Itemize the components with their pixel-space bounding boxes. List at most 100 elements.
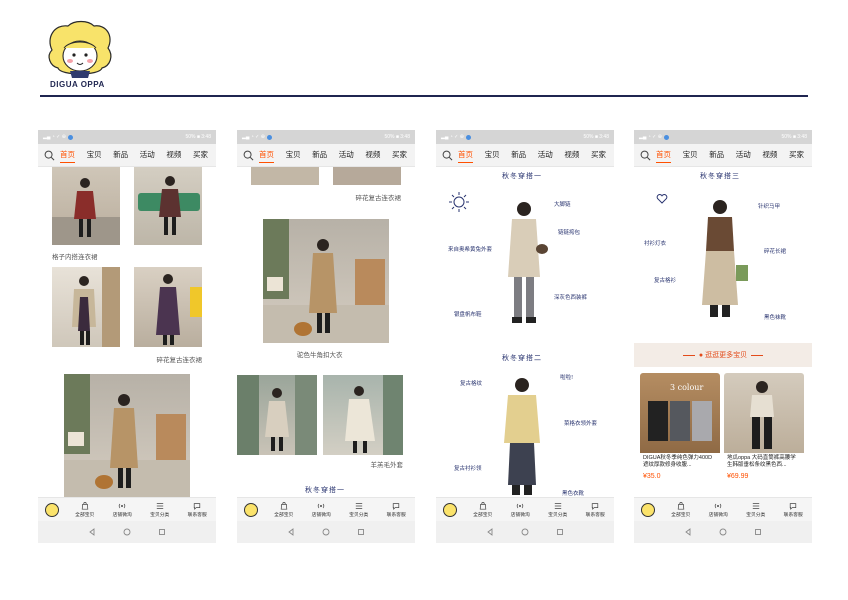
bottom-tabbar: 全部宝贝 店铺微淘 宝贝分类 联系客服 xyxy=(436,497,614,521)
tab-video[interactable]: 视频 xyxy=(166,147,181,163)
tabbar-categories[interactable]: 宝贝分类 xyxy=(539,502,577,518)
fire-icon: ● xyxy=(698,351,704,359)
tab-home[interactable]: 首页 xyxy=(458,147,473,163)
tabbar-shop-feed[interactable]: 店铺微淘 xyxy=(104,502,142,518)
shop-logo-icon xyxy=(641,502,655,517)
home-icon[interactable] xyxy=(322,528,330,536)
home-icon[interactable] xyxy=(123,528,131,536)
status-bar: ▂▄ ◔ ✓ ⊕ 50% ■ 3:48 xyxy=(436,130,614,144)
tab-home[interactable]: 首页 xyxy=(60,147,75,163)
product-caption: 驼色牛角扣大衣 xyxy=(297,352,343,359)
product-photo[interactable] xyxy=(64,374,190,497)
recents-icon[interactable] xyxy=(357,528,365,536)
tab-new[interactable]: 新品 xyxy=(511,147,526,163)
shop-nav: 首页 宝贝 新品 活动 视频 买家 xyxy=(237,144,415,167)
tab-new[interactable]: 新品 xyxy=(113,147,128,163)
shop-logo-icon xyxy=(244,502,258,517)
battery-status: 50% ■ 3:48 xyxy=(781,134,807,140)
home-icon[interactable] xyxy=(521,528,529,536)
shop-avatar[interactable] xyxy=(436,502,464,517)
shop-nav: 首页 宝贝 新品 活动 视频 买家 xyxy=(38,144,216,167)
feed: 格子内搭连衣裙 碎花复古连衣裙 xyxy=(38,167,216,497)
search-icon[interactable] xyxy=(638,148,652,162)
shop-avatar[interactable] xyxy=(634,502,662,517)
tabbar-shop-feed[interactable]: 店铺微淘 xyxy=(303,502,341,518)
tabbar-customer-service[interactable]: 联系客服 xyxy=(378,502,416,518)
more-products-banner[interactable]: ● 逛逛更多宝贝 xyxy=(634,343,812,367)
chat-icon xyxy=(393,502,400,510)
product-photo[interactable] xyxy=(333,167,401,185)
product-photo[interactable] xyxy=(251,167,319,185)
tab-video[interactable]: 视频 xyxy=(365,147,380,163)
outfit-note: 链链挎包 xyxy=(558,230,581,236)
tab-products[interactable]: 宝贝 xyxy=(683,147,698,163)
tab-activity[interactable]: 活动 xyxy=(339,147,354,163)
tabbar-categories[interactable]: 宝贝分类 xyxy=(737,502,775,518)
search-icon[interactable] xyxy=(42,148,56,162)
outfit-note: 菜格衣领外套 xyxy=(564,421,598,427)
product-photo[interactable] xyxy=(134,267,202,347)
shop-avatar[interactable] xyxy=(38,502,66,517)
back-icon[interactable] xyxy=(287,528,295,536)
tab-new[interactable]: 新品 xyxy=(709,147,724,163)
recents-icon[interactable] xyxy=(754,528,762,536)
product-title: 地瓜oppa 大码直筒裤高腰学生韩版垂松条纹黑色西... xyxy=(727,455,796,468)
tab-activity[interactable]: 活动 xyxy=(736,147,751,163)
tab-home[interactable]: 首页 xyxy=(656,147,671,163)
android-nav xyxy=(634,521,812,543)
tabbar-all-products[interactable]: 全部宝贝 xyxy=(265,501,303,518)
back-icon[interactable] xyxy=(684,528,692,536)
product-photo[interactable] xyxy=(52,167,120,245)
back-icon[interactable] xyxy=(486,528,494,536)
tab-buyers[interactable]: 买家 xyxy=(193,147,208,163)
tabbar-all-products[interactable]: 全部宝贝 xyxy=(662,501,700,518)
tab-buyers[interactable]: 买家 xyxy=(789,147,804,163)
tab-home[interactable]: 首页 xyxy=(259,147,274,163)
product-caption: 碎花复古连衣裙 xyxy=(156,357,203,364)
tabbar-customer-service[interactable]: 联系客服 xyxy=(775,502,813,518)
product-photo[interactable] xyxy=(323,375,403,455)
tabbar-categories[interactable]: 宝贝分类 xyxy=(340,502,378,518)
phone-screen-3: ▂▄ ◔ ✓ ⊕ 50% ■ 3:48 首页 宝贝 新品 活动 视频 买家 秋冬… xyxy=(436,130,614,543)
tab-new[interactable]: 新品 xyxy=(312,147,327,163)
outfit-note: 深灰色西装裤 xyxy=(554,295,588,301)
tabbar-customer-service[interactable]: 联系客服 xyxy=(179,502,217,518)
tab-products[interactable]: 宝贝 xyxy=(485,147,500,163)
product-photo[interactable] xyxy=(263,219,389,343)
tabbar-all-products[interactable]: 全部宝贝 xyxy=(66,501,104,518)
tab-buyers[interactable]: 买家 xyxy=(392,147,407,163)
recents-icon[interactable] xyxy=(158,528,166,536)
outfit-note: 大脚链 xyxy=(554,202,571,208)
product-photo[interactable] xyxy=(52,267,120,347)
model-figure-1 xyxy=(508,202,548,323)
tab-activity[interactable]: 活动 xyxy=(140,147,155,163)
tabbar-all-products[interactable]: 全部宝贝 xyxy=(464,501,502,518)
search-icon[interactable] xyxy=(241,148,255,162)
tab-video[interactable]: 视频 xyxy=(762,147,777,163)
tabbar-shop-feed[interactable]: 店铺微淘 xyxy=(700,502,738,518)
product-photo[interactable] xyxy=(237,375,317,455)
tabbar-categories[interactable]: 宝贝分类 xyxy=(141,502,179,518)
back-icon[interactable] xyxy=(88,528,96,536)
list-icon xyxy=(156,502,163,509)
tab-activity[interactable]: 活动 xyxy=(538,147,553,163)
tabbar-shop-feed[interactable]: 店铺微淘 xyxy=(502,502,540,518)
product-card[interactable]: 地瓜oppa 大码直筒裤高腰学生韩版垂松条纹黑色西... ¥69.99 xyxy=(724,373,804,495)
status-bar: ▂▄ ◔ ✓ ⊕ 50% ■ 3:48 xyxy=(634,130,812,144)
product-photo[interactable] xyxy=(134,167,202,245)
outfit-note: 银盘帆布鞋 xyxy=(454,312,482,318)
product-card[interactable]: 3 colour DIGUA秋冬季纯色弹力400D遮纹厚款修身收腹... ¥35… xyxy=(640,373,720,495)
tab-products[interactable]: 宝贝 xyxy=(286,147,301,163)
product-caption: 碎花复古连衣裙 xyxy=(355,195,402,202)
tab-video[interactable]: 视频 xyxy=(564,147,579,163)
outfit-note: 复古衬衫领 xyxy=(454,466,482,472)
home-icon[interactable] xyxy=(719,528,727,536)
tab-products[interactable]: 宝贝 xyxy=(87,147,102,163)
search-icon[interactable] xyxy=(440,148,454,162)
tabbar-customer-service[interactable]: 联系客服 xyxy=(577,502,615,518)
shop-avatar[interactable] xyxy=(237,502,265,517)
sun-doodle-icon xyxy=(449,192,469,212)
brand-name: DIGUA OPPA xyxy=(50,80,105,89)
tab-buyers[interactable]: 买家 xyxy=(591,147,606,163)
recents-icon[interactable] xyxy=(556,528,564,536)
